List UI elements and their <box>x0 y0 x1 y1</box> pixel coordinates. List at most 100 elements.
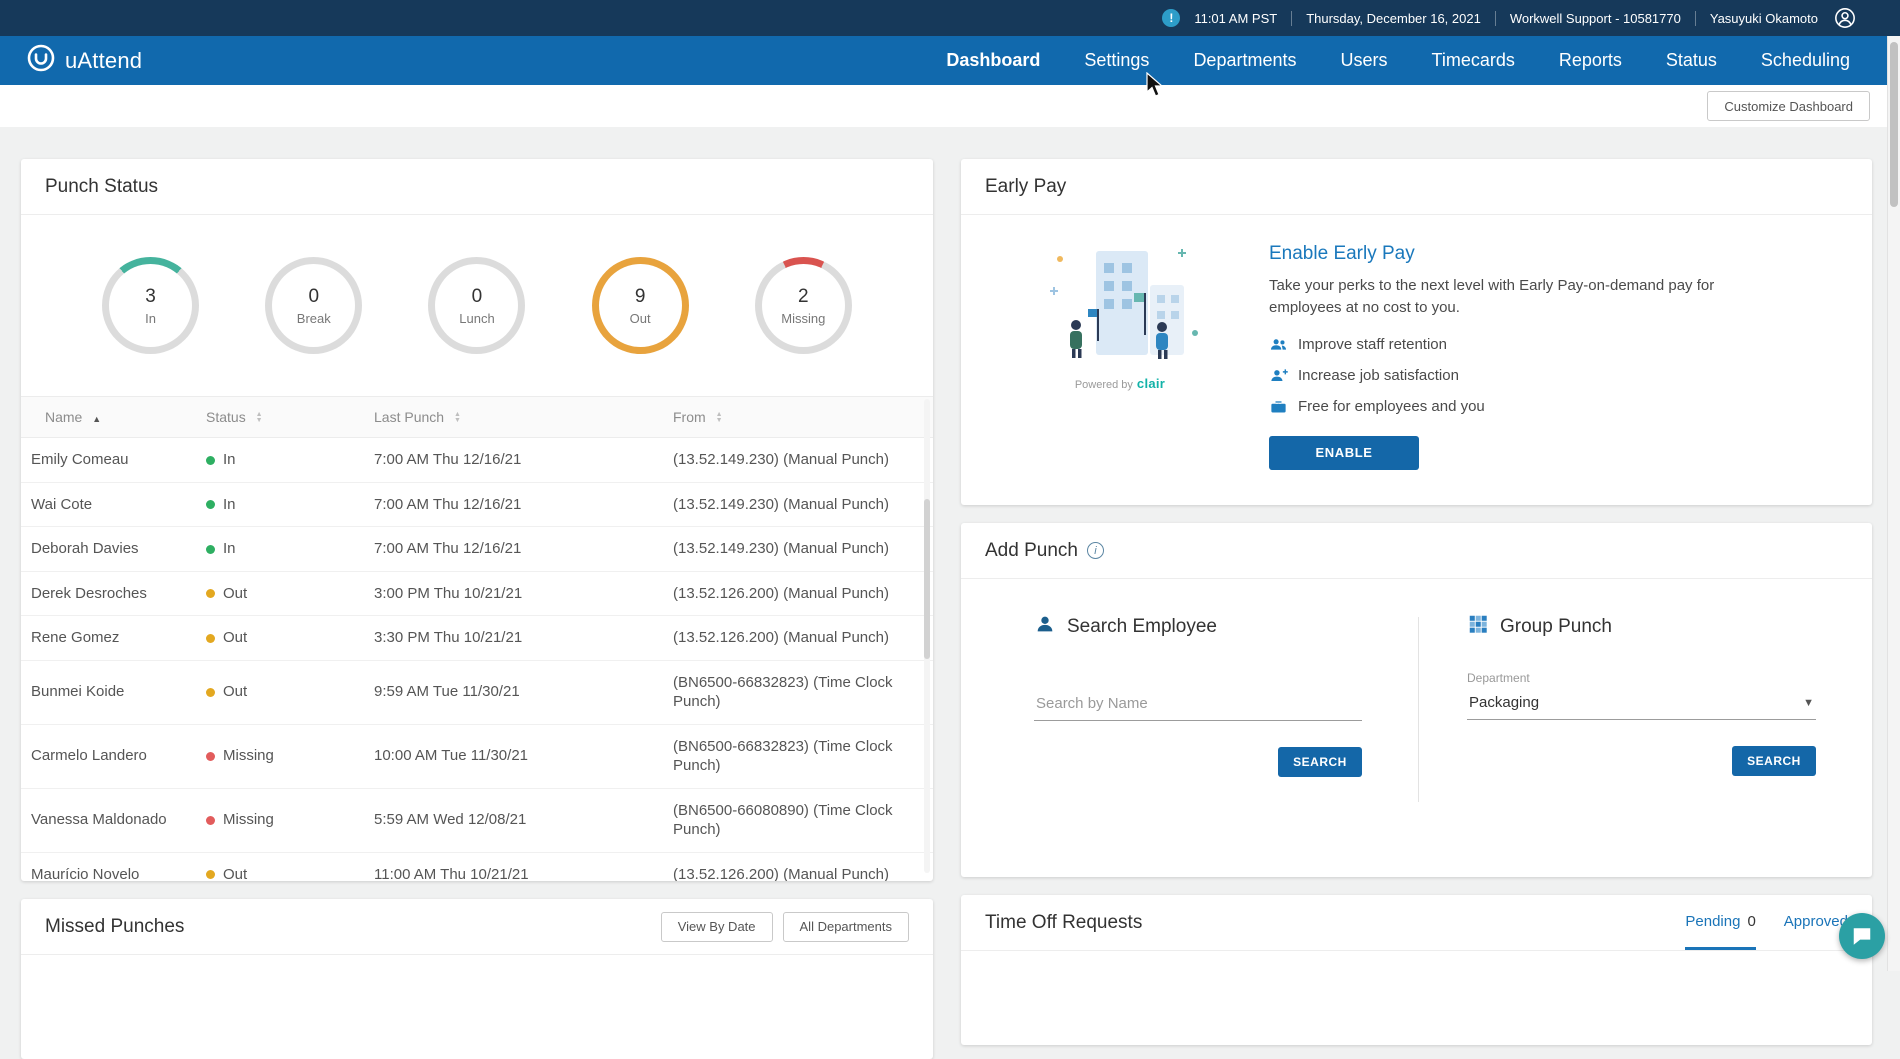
group-punch-heading: Group Punch <box>1500 616 1612 637</box>
employee-name: Vanessa Maldonado <box>21 788 196 853</box>
search-employee-heading: Search Employee <box>1067 616 1217 637</box>
chat-widget-button[interactable] <box>1839 913 1885 959</box>
last-punch-value: 7:00 AM Thu 12/16/21 <box>364 482 663 527</box>
department-selected-value: Packaging <box>1469 694 1540 711</box>
tab-approved[interactable]: Approved <box>1784 895 1848 950</box>
status-dot <box>206 633 215 643</box>
nav-item-status[interactable]: Status <box>1644 36 1739 85</box>
bullet-label: Free for employees and you <box>1298 397 1485 415</box>
sort-icon: ▲ ▼ <box>715 411 723 425</box>
clair-logo: clair <box>1136 376 1166 391</box>
punch-status-value: Out <box>196 615 364 661</box>
punch-from-value: (13.52.149.230) (Manual Punch) <box>663 437 933 483</box>
table-scrollbar <box>924 399 930 873</box>
punch-from-value: (13.52.126.200) (Manual Punch) <box>663 571 933 616</box>
enable-early-pay-heading: Enable Early Pay <box>1269 243 1415 264</box>
punch-status-value: Out <box>196 852 364 881</box>
column-label-from: From <box>673 409 706 425</box>
punch-table-row: Maurício Novelo Out 11:00 AM Thu 10/21/21(… <box>21 852 933 881</box>
ring-list: 3 In 0 Break 0 Lunch 9 Out 2 Missing <box>21 215 933 396</box>
punch-ring-missing[interactable]: 2 Missing <box>754 257 852 354</box>
column-header-status[interactable]: Status ▲ ▼ <box>196 396 364 438</box>
people-icon <box>1269 335 1288 354</box>
punch-table-row: Wai Cote In 7:00 AM Thu 12/16/21 (13.52.149… <box>21 482 933 527</box>
enable-button[interactable]: ENABLE <box>1269 435 1419 470</box>
employee-name: Wai Cote <box>21 482 196 527</box>
nav-item-departments[interactable]: Departments <box>1171 36 1318 85</box>
punch-ring-lunch[interactable]: 0 Lunch <box>428 257 526 354</box>
employee-search-button[interactable]: SEARCH <box>1278 747 1362 777</box>
bullet-label: Increase job satisfaction <box>1298 366 1459 384</box>
employee-name: Deborah Davies <box>21 526 196 572</box>
nav-item-settings[interactable]: Settings <box>1062 36 1171 85</box>
early-pay-bullet: Free for employees and you <box>1269 397 1836 416</box>
nav-item-timecards[interactable]: Timecards <box>1410 36 1537 85</box>
punch-table-row: Bunmei Koide Out 9:59 AM Tue 11/30/21 (BN65… <box>21 660 933 725</box>
customize-dashboard-button[interactable]: Customize Dashboard <box>1707 91 1870 121</box>
briefcase-icon <box>1269 397 1288 416</box>
status-dot <box>206 751 215 761</box>
nav-item-dashboard[interactable]: Dashboard <box>924 36 1062 85</box>
punch-status-value: In <box>196 437 364 483</box>
department-select[interactable]: Packaging ▼ <box>1467 685 1816 720</box>
earlypay-bullets: Improve staff retention Increase job sati… <box>1269 335 1836 416</box>
punch-from-value: (13.52.149.230) (Manual Punch) <box>663 482 933 527</box>
topbar-time: 11:01 AM PST <box>1194 10 1278 26</box>
powered-by-label: Powered by <box>1074 379 1133 391</box>
view-by-date-button[interactable]: View By Date <box>660 911 773 942</box>
employee-name: Maurício Novelo <box>21 852 196 881</box>
alert-info-icon[interactable]: ! <box>1162 9 1181 27</box>
sort-icon: ▲ ▼ <box>255 411 263 425</box>
employee-name: Rene Gomez <box>21 615 196 661</box>
punch-ring-in[interactable]: 3 In <box>102 257 200 354</box>
grid-icon <box>1467 613 1489 641</box>
person-icon <box>1034 613 1056 641</box>
pending-label: Pending <box>1685 912 1741 930</box>
tab-pending[interactable]: Pending 0 <box>1685 895 1756 950</box>
punch-ring-out[interactable]: 9 Out <box>591 257 689 354</box>
punch-table-row: Vanessa Maldonado Missing 5:59 AM Wed 12/0… <box>21 788 933 853</box>
user-avatar-icon[interactable] <box>1834 7 1856 29</box>
uattend-logo[interactable]: uAttend <box>26 43 142 78</box>
page-scrollbar-thumb[interactable] <box>1890 42 1898 207</box>
search-by-name-input[interactable] <box>1034 687 1362 721</box>
nav-items: Dashboard Settings Departments Users Timecar… <box>924 36 1872 85</box>
info-icon[interactable]: i <box>1086 542 1104 559</box>
employee-name: Emily Comeau <box>21 437 196 483</box>
punch-from-value: (13.52.126.200) (Manual Punch) <box>663 615 933 661</box>
employee-name: Derek Desroches <box>21 571 196 616</box>
time-off-requests-card: Time Off Requests Pending 0 Approved <box>961 895 1872 1045</box>
early-pay-title: Early Pay <box>985 175 1067 197</box>
group-punch-search-button[interactable]: SEARCH <box>1732 746 1816 776</box>
column-header-name[interactable]: Name ▲ <box>21 396 196 438</box>
last-punch-value: 10:00 AM Tue 11/30/21 <box>364 724 663 789</box>
punch-table-row: Rene Gomez Out 3:30 PM Thu 10/21/21 (13.52.… <box>21 615 933 661</box>
nav-item-users[interactable]: Users <box>1318 36 1409 85</box>
column-header-from[interactable]: From ▲ ▼ <box>663 396 933 438</box>
punch-from-value: (BN6500-66832823) (Time Clock Punch) <box>663 660 933 725</box>
punch-ring-break[interactable]: 0 Break <box>265 257 363 354</box>
nav-item-scheduling[interactable]: Scheduling <box>1739 36 1872 85</box>
column-header-last-punch[interactable]: Last Punch ▲ ▼ <box>364 396 663 438</box>
status-dot <box>206 544 215 554</box>
punch-from-value: (13.52.149.230) (Manual Punch) <box>663 526 933 572</box>
sort-ascending-icon: ▲ <box>92 414 102 424</box>
all-departments-button[interactable]: All Departments <box>782 911 909 942</box>
status-dot <box>206 687 215 697</box>
punch-status-value: In <box>196 482 364 527</box>
punch-from-value: (13.52.126.200) (Manual Punch) <box>663 852 933 881</box>
punch-status-value: Out <box>196 660 364 725</box>
last-punch-value: 3:30 PM Thu 10/21/21 <box>364 615 663 661</box>
punch-status-value: In <box>196 526 364 572</box>
right-column: Early Pay Powered by clair Enable Early … <box>961 159 1872 1045</box>
left-column: Punch Status 3 In 0 Break 0 Lunch 9 Out 2 Missing… <box>21 159 933 1059</box>
punch-table-row: Deborah Davies In 7:00 AM Thu 12/16/21 (13.… <box>21 526 933 572</box>
nav-item-reports[interactable]: Reports <box>1537 36 1644 85</box>
topbar-username[interactable]: Yasuyuki Okamoto <box>1696 11 1832 26</box>
page-scrollbar <box>1887 36 1900 971</box>
last-punch-value: 11:00 AM Thu 10/21/21 <box>364 852 663 881</box>
punch-from-value: (BN6500-66080890) (Time Clock Punch) <box>663 788 933 853</box>
topbar-support-account[interactable]: Workwell Support - 10581770 <box>1496 11 1695 26</box>
table-scrollbar-thumb[interactable] <box>924 499 930 659</box>
early-pay-bullet: Improve staff retention <box>1269 335 1836 354</box>
